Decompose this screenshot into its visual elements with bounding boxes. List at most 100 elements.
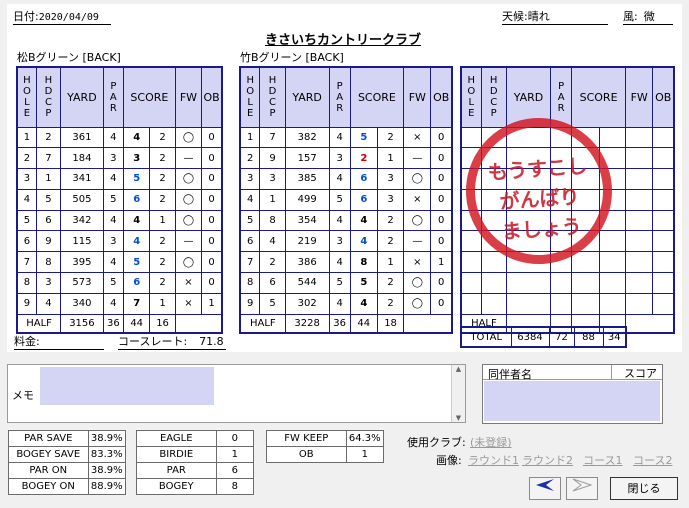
score-row: 5 8 354 4 4 2 ◯ 0 — [239, 209, 453, 232]
putt-cell: 2 — [149, 126, 176, 149]
hdcp-cell: 9 — [259, 147, 286, 170]
par-cell: 4 — [328, 209, 351, 232]
hdcp-cell: 7 — [35, 147, 62, 170]
half-yard: 3228 — [284, 313, 330, 334]
score-cell: 5 — [349, 126, 378, 149]
yard-cell: 302 — [284, 292, 330, 315]
hole-header-text: HOLE — [22, 75, 31, 120]
date-label: 日付: — [13, 10, 39, 23]
memo-scrollbar[interactable]: ▲ ▼ — [451, 365, 465, 422]
putt-cell: 1 — [376, 147, 405, 170]
stat-value: 6 — [215, 462, 255, 479]
hdcp-cell: 5 — [35, 188, 62, 211]
fw-cell — [624, 168, 654, 190]
hole-cell: 5 — [16, 209, 37, 232]
scroll-down-icon[interactable]: ▼ — [452, 414, 465, 422]
stat-row: FW KEEP 64.3% — [266, 430, 385, 447]
ob-cell — [652, 168, 675, 190]
hole-cell: 5 — [239, 209, 261, 232]
stat-label: EAGLE — [136, 430, 217, 447]
score-row: 3 1 341 4 5 2 ◯ 0 — [16, 168, 223, 190]
score-cell: 6 — [349, 168, 378, 190]
score-row: 9 5 302 4 4 2 ◯ 0 — [239, 292, 453, 315]
image-link-round1[interactable]: ラウンド1 — [468, 452, 519, 468]
par-cell: 3 — [102, 147, 125, 170]
score-row: 6 9 115 3 4 2—0 — [16, 230, 223, 253]
hdcp-cell: 4 — [259, 230, 286, 253]
half-row: HALF 3156 36 44 16 — [16, 313, 222, 334]
hdcp-cell: 2 — [35, 126, 62, 149]
hdcp-cell: 2 — [259, 251, 286, 274]
stat-value: 1 — [215, 446, 255, 463]
total-label: TOTAL — [460, 326, 512, 348]
companions-name-header: 同伴者名 — [488, 368, 532, 381]
score-cell: 4 — [122, 209, 151, 232]
clubs-link[interactable]: (未登録) — [470, 434, 512, 450]
putt-cell: 2 — [376, 230, 405, 253]
next-button[interactable] — [566, 477, 598, 500]
ob-cell: 0 — [201, 209, 223, 232]
fw-header: FW — [403, 66, 432, 128]
total-par: 72 — [548, 326, 575, 348]
stat-value: 38.9% — [87, 462, 127, 479]
fee-label: 料金: — [14, 335, 40, 348]
hole-header-text: HOLE — [246, 75, 255, 120]
stat-value: 1 — [345, 446, 385, 463]
round2-table: H O L E H D C P YARD P A R SCORE FW OB 1 7 382 4 5 2 × 0 2 9 157 3… — [239, 66, 453, 335]
hdcp-cell: 8 — [259, 209, 286, 232]
course-title: きさいちカントリークラブ — [265, 33, 422, 48]
score-row — [460, 272, 675, 294]
fw-cell — [624, 292, 654, 315]
stat-value: 88.9% — [87, 478, 127, 495]
half-row: HALF 3228 36 44 18 — [239, 313, 452, 334]
hole-cell — [460, 272, 482, 294]
ob-cell: 0 — [201, 251, 223, 274]
close-button[interactable]: 閉じる — [610, 477, 678, 500]
putt-cell: 2 — [149, 168, 176, 190]
companions-list[interactable]: 同伴者名 スコア — [482, 364, 663, 424]
yard-cell: 354 — [284, 209, 330, 232]
fw-header: FW — [174, 66, 203, 128]
hole-header: HOLE — [16, 66, 37, 128]
fw-cell — [624, 126, 654, 149]
round1-table: H O L E H D C P YARD P A R SCORE FW OB 1 2 361 4 4 2 ◯ 0 2 7 184 3… — [16, 66, 223, 335]
score-cell: 3 — [122, 147, 151, 170]
par-header: PAR — [102, 66, 125, 128]
ob-cell: 0 — [430, 168, 453, 190]
fw-header: FW — [624, 66, 654, 128]
hdcp-cell: 9 — [35, 230, 62, 253]
fw-cell: — — [174, 147, 203, 170]
weather-value: 晴れ — [527, 10, 550, 23]
score-cell: 4 — [349, 230, 378, 253]
putt-cell: 2 — [376, 272, 405, 294]
stat-row: BOGEY SAVE 83.3% — [8, 446, 127, 463]
par-cell: 5 — [328, 272, 351, 294]
fw-cell: × — [403, 251, 432, 274]
ob-cell: 0 — [201, 126, 223, 149]
image-link-course2[interactable]: コース2 — [633, 452, 672, 468]
fw-cell: — — [174, 230, 203, 253]
score-row: 2 7 184 3 3 2—0 — [16, 147, 223, 170]
fw-cell — [624, 147, 654, 170]
fw-cell: ◯ — [403, 272, 432, 294]
ob-cell: 0 — [430, 188, 453, 211]
image-link-course1[interactable]: コース1 — [583, 452, 622, 468]
yard-cell: 386 — [284, 251, 330, 274]
scroll-up-icon[interactable]: ▲ — [452, 365, 465, 373]
hole-cell: 3 — [239, 168, 261, 190]
score-cell — [571, 292, 600, 315]
score-row: 7 2 386 4 8 1 × 1 — [239, 251, 453, 274]
putt-cell — [598, 251, 626, 274]
hdcp-cell: 3 — [35, 272, 62, 294]
stat-row: PAR 6 — [136, 462, 255, 479]
companions-body[interactable] — [484, 381, 660, 421]
par-cell: 4 — [328, 292, 351, 315]
half-yard: 3156 — [60, 313, 104, 334]
par-cell: 5 — [102, 272, 125, 294]
image-link-round2[interactable]: ラウンド2 — [522, 452, 573, 468]
memo-input[interactable] — [40, 367, 214, 405]
ob-cell: 0 — [430, 292, 453, 315]
prev-button[interactable] — [529, 477, 561, 500]
hdcp-cell: 3 — [259, 168, 286, 190]
par-cell: 4 — [102, 209, 125, 232]
